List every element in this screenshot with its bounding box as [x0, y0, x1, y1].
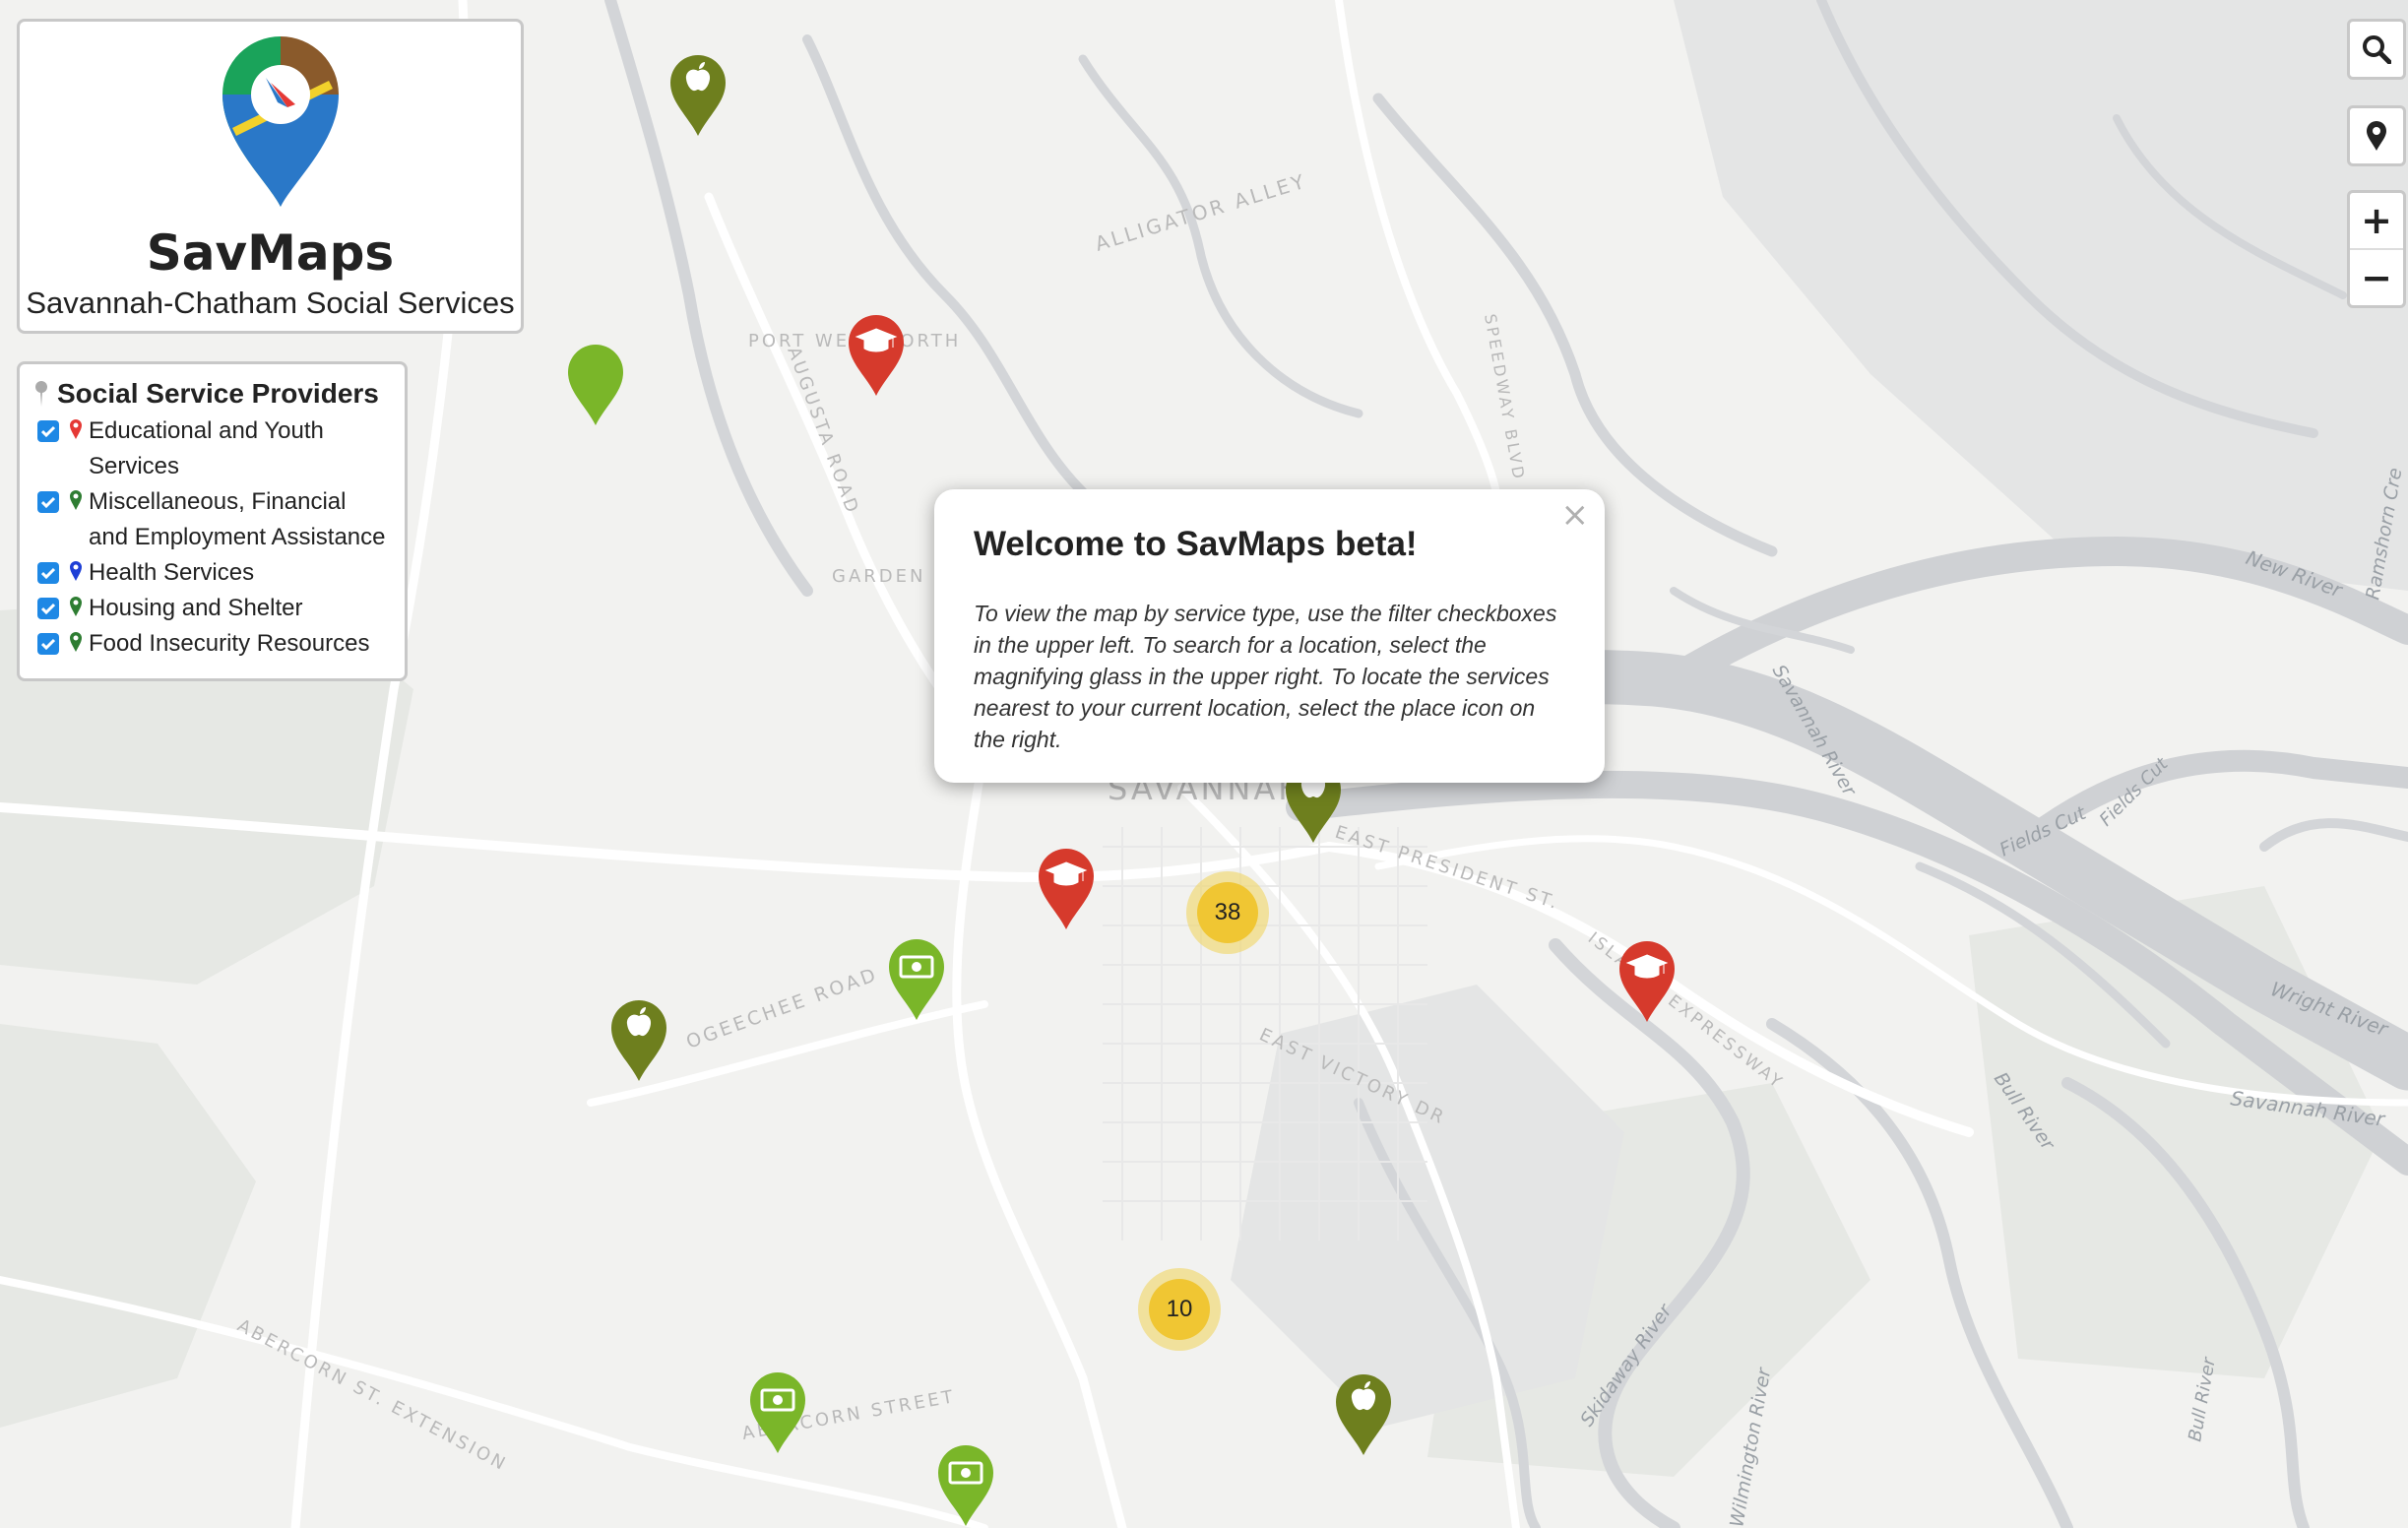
- popup-body: To view the map by service type, use the…: [974, 601, 1557, 752]
- map-pin-icon: [35, 381, 47, 407]
- filter-item-housing[interactable]: Housing and Shelter: [33, 591, 391, 626]
- education-marker[interactable]: [1616, 939, 1679, 1024]
- map-marker-icon: [2367, 121, 2386, 151]
- housing-marker[interactable]: [564, 343, 627, 427]
- marker-cluster[interactable]: 10: [1138, 1268, 1221, 1351]
- filter-label: Miscellaneous, Financial and Employment …: [89, 488, 386, 550]
- street-label: GARDEN C: [832, 566, 950, 587]
- map-marker-icon: [70, 490, 82, 510]
- filter-item-health[interactable]: Health Services: [33, 555, 391, 591]
- minus-icon: −: [2361, 256, 2392, 299]
- savmaps-logo-icon: [222, 36, 339, 207]
- locate-control[interactable]: [2347, 105, 2406, 166]
- filter-label: Health Services: [89, 559, 255, 586]
- financial-marker[interactable]: [746, 1370, 809, 1455]
- financial-marker[interactable]: [934, 1443, 997, 1528]
- education-marker[interactable]: [845, 313, 908, 398]
- map-marker-icon: [70, 597, 82, 616]
- app-title: SavMaps: [146, 224, 395, 282]
- search-icon: [2363, 35, 2391, 64]
- search-control[interactable]: [2347, 19, 2406, 80]
- map-marker-icon: [70, 419, 82, 439]
- app-subtitle: Savannah-Chatham Social Services: [26, 286, 515, 320]
- filter-label: Food Insecurity Resources: [89, 630, 370, 657]
- filter-title: Social Service Providers: [57, 378, 379, 409]
- checkbox[interactable]: [37, 562, 59, 584]
- checkbox[interactable]: [37, 598, 59, 619]
- checkbox[interactable]: [37, 633, 59, 655]
- filter-item-financial[interactable]: Miscellaneous, Financial and Employment …: [33, 484, 391, 555]
- search-button[interactable]: [2350, 22, 2403, 77]
- food-marker[interactable]: [607, 998, 670, 1083]
- zoom-out-button[interactable]: −: [2350, 250, 2403, 305]
- cluster-count: 10: [1149, 1279, 1210, 1340]
- checkbox[interactable]: [37, 420, 59, 442]
- financial-marker[interactable]: [885, 937, 948, 1022]
- education-marker[interactable]: [1035, 847, 1098, 931]
- popup-title: Welcome to SavMaps beta!: [974, 525, 1418, 563]
- logo-card: SavMaps Savannah-Chatham Social Services: [17, 19, 524, 334]
- filter-item-education[interactable]: Educational and Youth Services: [33, 414, 391, 484]
- food-marker[interactable]: [666, 53, 729, 138]
- filter-label: Housing and Shelter: [89, 595, 303, 621]
- map-marker-icon: [70, 561, 82, 581]
- plus-icon: +: [2361, 199, 2392, 242]
- map-marker-icon: [70, 632, 82, 652]
- zoom-control: + −: [2347, 190, 2406, 308]
- marker-cluster[interactable]: 38: [1186, 871, 1269, 954]
- checkbox[interactable]: [37, 491, 59, 513]
- welcome-popup: × Welcome to SavMaps beta! To view the m…: [934, 489, 1605, 783]
- cluster-count: 38: [1197, 882, 1258, 943]
- filter-panel: Social Service Providers Educational and…: [17, 361, 408, 681]
- filter-item-food[interactable]: Food Insecurity Resources: [33, 626, 391, 662]
- close-icon[interactable]: ×: [1561, 495, 1590, 535]
- locate-button[interactable]: [2350, 108, 2403, 163]
- food-marker[interactable]: [1332, 1372, 1395, 1457]
- zoom-in-button[interactable]: +: [2350, 193, 2403, 248]
- filter-label: Educational and Youth Services: [89, 417, 324, 479]
